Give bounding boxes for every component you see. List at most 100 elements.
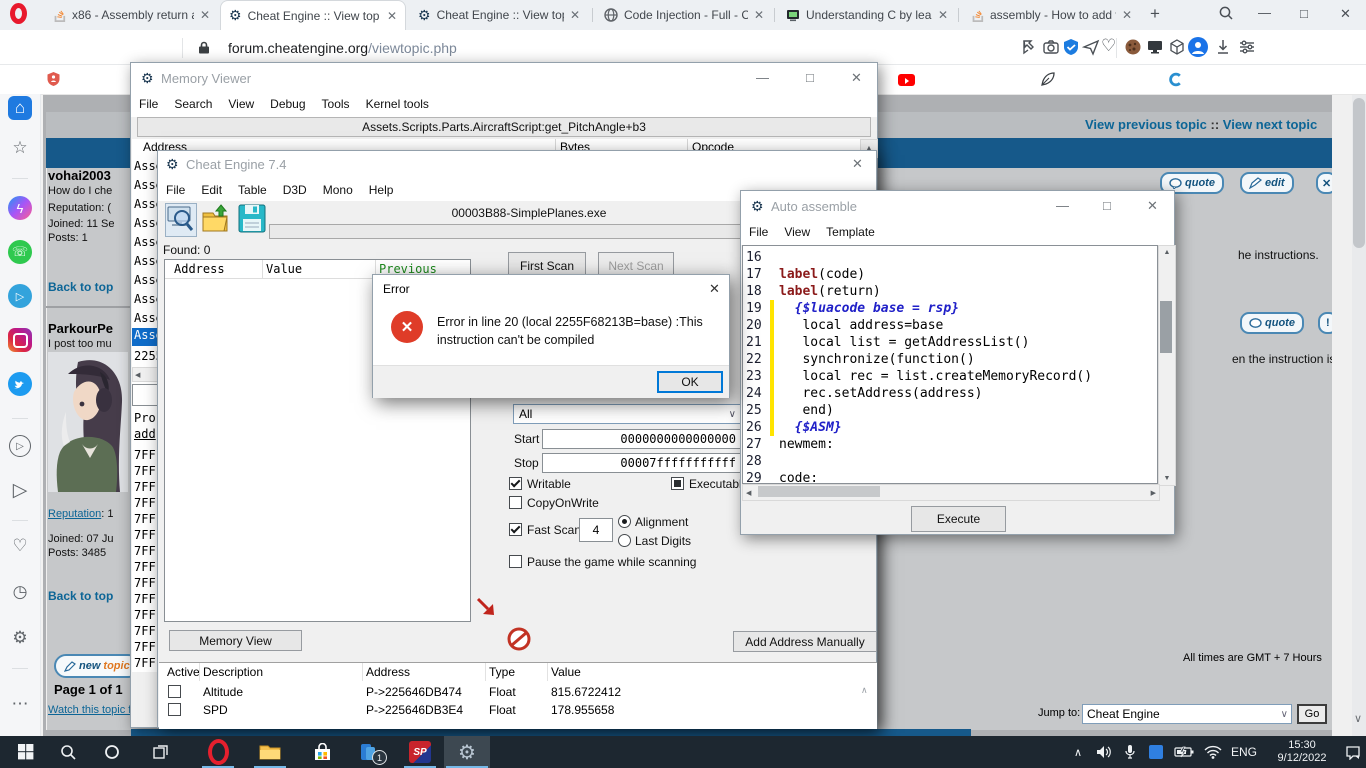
close-icon[interactable]: ✕ <box>1147 199 1158 213</box>
minimize-icon[interactable]: — <box>756 71 769 85</box>
sidebar-more-dots-icon[interactable]: ⋯ <box>8 692 32 716</box>
horizontal-scrollbar-thumb[interactable] <box>758 486 880 497</box>
hexview-row[interactable]: 7FF <box>134 608 156 622</box>
disasm-row-selected[interactable]: Asse <box>132 328 158 346</box>
close-icon[interactable]: ✕ <box>851 71 862 85</box>
sidebar-twitter-icon[interactable] <box>8 372 32 396</box>
menu-file[interactable]: File <box>158 179 193 201</box>
scroll-up-icon[interactable]: ∧ <box>861 685 868 696</box>
menu-view[interactable]: View <box>220 93 262 115</box>
scroll-up-icon[interactable]: ▲ <box>1164 246 1171 256</box>
menu-file[interactable]: File <box>741 221 776 243</box>
close-icon[interactable]: ✕ <box>709 282 720 296</box>
hexview-row[interactable]: 7FF <box>134 592 156 606</box>
taskbar-yourphone-icon[interactable]: 1 <box>346 736 390 768</box>
bookmark-shield-icon[interactable] <box>46 71 61 92</box>
menu-mono[interactable]: Mono <box>315 179 361 201</box>
vertical-scrollbar-thumb[interactable] <box>1160 301 1172 353</box>
scroll-right-icon[interactable]: ▶ <box>1151 489 1159 497</box>
maximize-icon[interactable]: □ <box>1103 199 1111 213</box>
hexview-row[interactable]: 7FF <box>134 576 156 590</box>
tab-close-icon[interactable]: ✕ <box>938 8 948 22</box>
jump-to-select[interactable]: Cheat Engine ∨ <box>1082 704 1292 724</box>
column-type[interactable]: Type <box>489 665 515 679</box>
hexview-row[interactable]: 7FF <box>134 464 156 478</box>
add-address-manually-button[interactable]: Add Address Manually <box>733 631 877 652</box>
cube-extension-icon[interactable] <box>1168 38 1186 61</box>
view-previous-topic-link[interactable]: View previous topic <box>1085 117 1207 132</box>
hexview-row[interactable]: 7FF <box>134 656 156 670</box>
results-column-address[interactable]: Address <box>174 262 225 276</box>
hexview-row[interactable]: 7FF <box>134 640 156 654</box>
execute-button[interactable]: Execute <box>911 506 1006 532</box>
browser-tab[interactable]: x86 - Assembly return a ✕ <box>44 0 218 30</box>
record-type[interactable]: Float <box>489 703 516 717</box>
taskbar-simpleplanes-icon[interactable]: SP <box>398 736 442 768</box>
cortana-icon[interactable] <box>92 736 132 768</box>
heart-icon[interactable]: ♡ <box>1101 36 1116 56</box>
tray-yourphone-icon[interactable] <box>1144 736 1168 768</box>
open-file-button[interactable] <box>201 203 231 235</box>
back-to-top-link[interactable]: Back to top <box>48 280 113 294</box>
cheat-engine-titlebar[interactable]: ⚙ Cheat Engine 7.4 ✕ <box>158 151 876 179</box>
menu-edit[interactable]: Edit <box>193 179 230 201</box>
fast-scan-alignment-field[interactable]: 4 <box>579 518 613 542</box>
hexview-row[interactable]: 7FF <box>134 528 156 542</box>
opera-logo-icon[interactable] <box>10 3 27 24</box>
back-to-top-link[interactable]: Back to top <box>48 589 113 603</box>
taskbar-store-icon[interactable] <box>300 736 344 768</box>
tab-close-icon[interactable]: ✕ <box>570 8 580 22</box>
sidebar-player-icon[interactable]: ▷ <box>8 434 32 458</box>
taskbar-search-icon[interactable] <box>48 736 88 768</box>
start-button[interactable] <box>6 736 46 768</box>
results-column-value[interactable]: Value <box>266 262 302 276</box>
sidebar-instagram-icon[interactable] <box>8 328 32 352</box>
start-address-field[interactable]: 0000000000000000 <box>542 429 741 449</box>
tray-microphone-icon[interactable] <box>1118 736 1142 768</box>
record-active-checkbox[interactable] <box>168 703 181 716</box>
sidebar-history-clock-icon[interactable]: ◷ <box>8 580 32 604</box>
taskbar-cheatengine-icon[interactable]: ⚙ <box>444 736 490 768</box>
monitor-extension-icon[interactable] <box>1146 38 1164 61</box>
column-address[interactable]: Address <box>366 665 410 679</box>
menu-view[interactable]: View <box>776 221 818 243</box>
symbol-address-bar[interactable]: Assets.Scripts.Parts.AircraftScript:get_… <box>137 117 871 137</box>
reputation-link[interactable]: Reputation <box>48 508 101 520</box>
downloads-icon[interactable] <box>1214 38 1232 61</box>
send-to-device-icon[interactable] <box>1082 38 1100 61</box>
browser-tab[interactable]: Code Injection - Full - Ch ✕ <box>596 0 772 30</box>
share-bookmark-icon[interactable] <box>1020 38 1038 61</box>
close-icon[interactable]: ✕ <box>852 157 863 171</box>
window-minimize-icon[interactable]: — <box>1258 5 1271 20</box>
fast-scan-checkbox[interactable] <box>509 523 522 536</box>
sidebar-home-icon[interactable]: ⌂ <box>8 96 32 120</box>
record-type[interactable]: Float <box>489 685 516 699</box>
edit-button[interactable]: edit <box>1240 172 1294 194</box>
profile-avatar[interactable] <box>1188 37 1208 57</box>
record-value[interactable]: 815.6722412 <box>551 685 621 699</box>
select-process-button[interactable] <box>165 203 197 237</box>
go-button[interactable]: Go <box>1297 704 1327 724</box>
hexview-row[interactable]: 7FF <box>134 496 156 510</box>
menu-table[interactable]: Table <box>230 179 275 201</box>
editor-vertical-scrollbar[interactable]: ▲ ▼ <box>1158 245 1176 486</box>
menu-tools[interactable]: Tools <box>314 93 358 115</box>
record-value[interactable]: 178.955658 <box>551 703 614 717</box>
scroll-down-icon[interactable]: ▼ <box>1164 475 1171 485</box>
writable-checkbox[interactable] <box>509 477 522 490</box>
scroll-down-icon[interactable]: ∨ <box>1354 712 1362 725</box>
new-topic-button[interactable]: newtopic <box>54 654 140 678</box>
new-tab-button[interactable]: + <box>1150 4 1160 24</box>
tab-close-icon[interactable]: ✕ <box>387 9 397 23</box>
poster-username[interactable]: vohai2003 <box>48 168 111 183</box>
menu-template[interactable]: Template <box>818 221 883 243</box>
snapshot-camera-icon[interactable] <box>1042 38 1060 61</box>
menu-d3d[interactable]: D3D <box>275 179 315 201</box>
menu-kernel-tools[interactable]: Kernel tools <box>358 93 437 115</box>
settings-sliders-icon[interactable] <box>1238 38 1256 61</box>
tab-search-icon[interactable] <box>1218 5 1234 26</box>
memview-field[interactable] <box>132 384 158 406</box>
hexview-row[interactable]: 7FF <box>134 448 156 462</box>
record-address[interactable]: P->225646DB3E4 <box>366 703 463 717</box>
browser-tab[interactable]: ⚙ Cheat Engine :: View top ✕ <box>410 0 588 30</box>
